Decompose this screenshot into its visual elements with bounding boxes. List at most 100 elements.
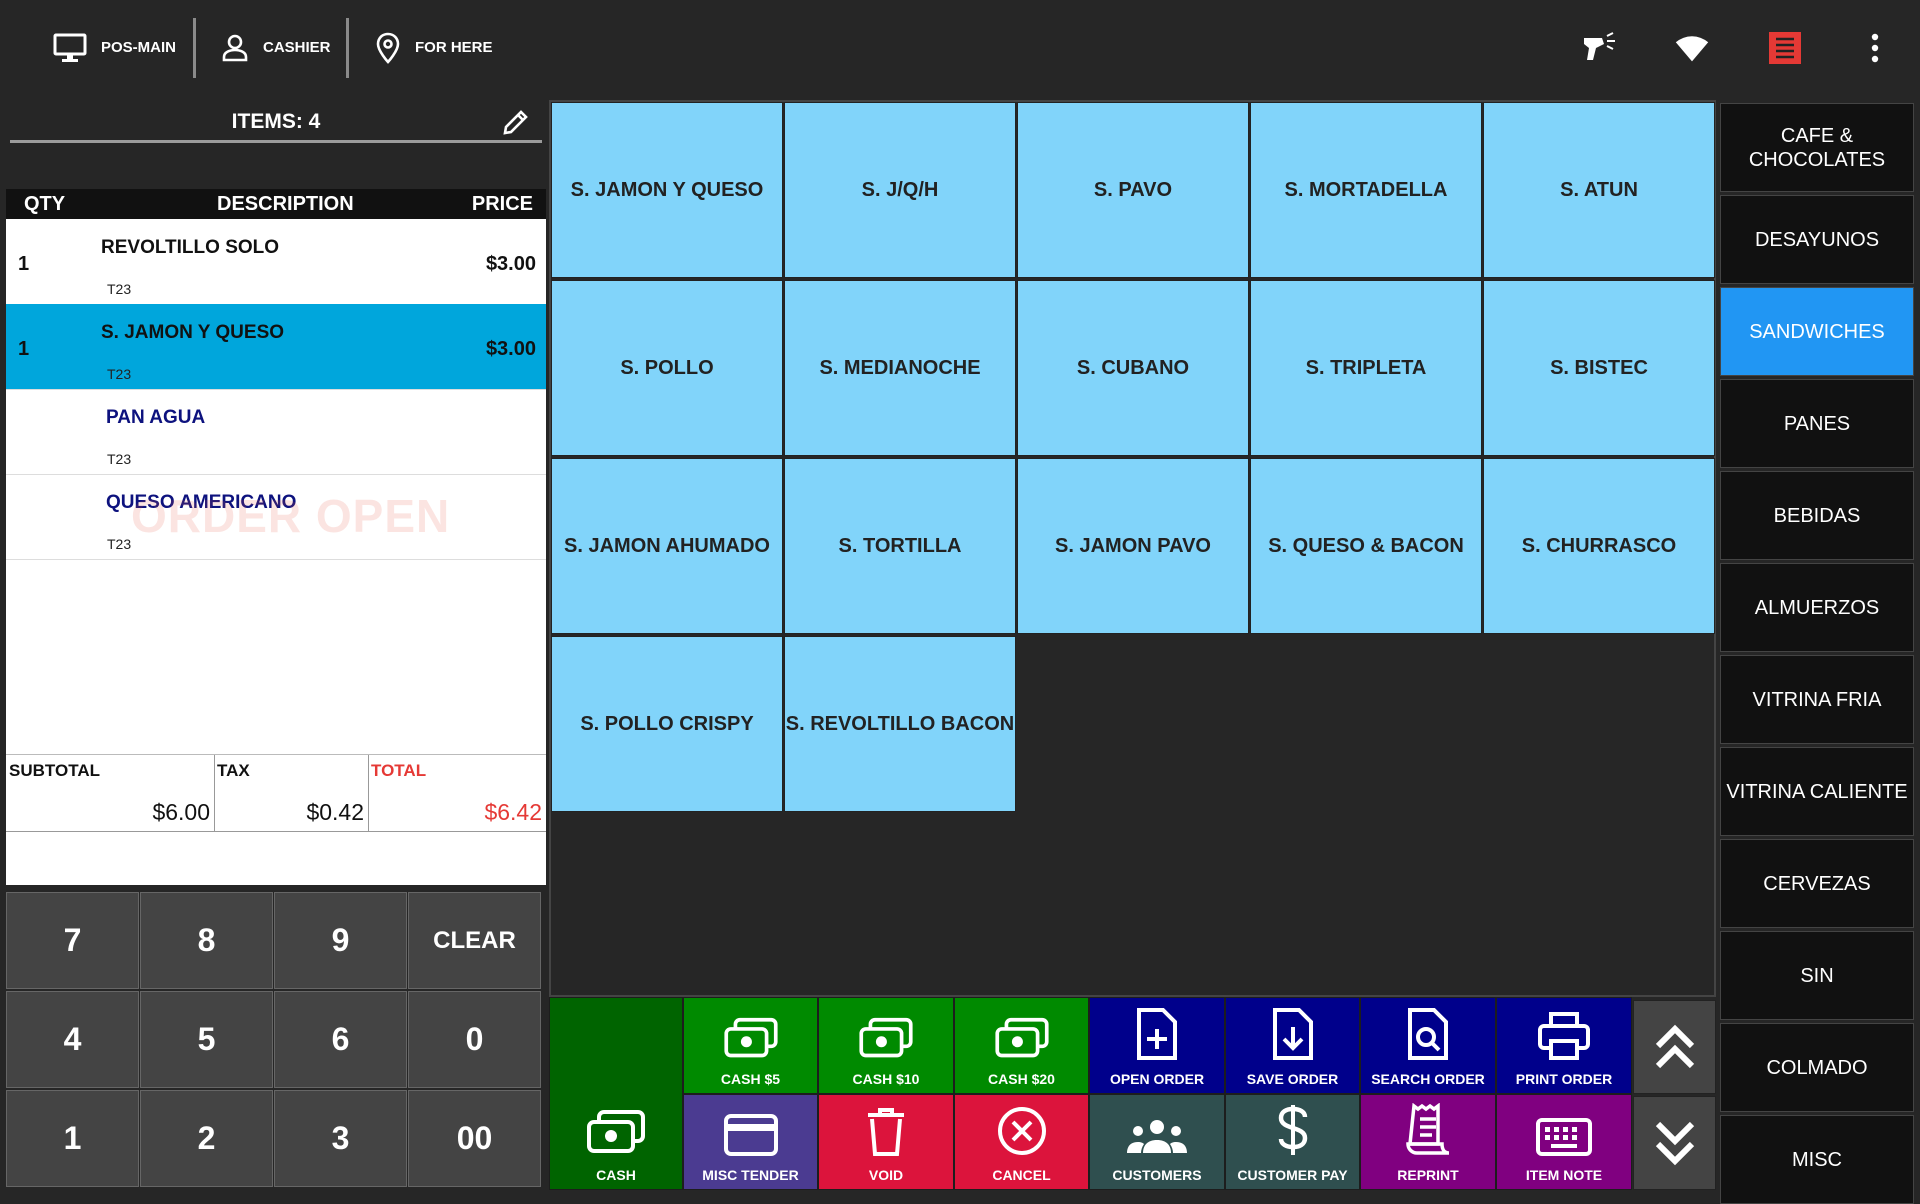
category-button[interactable]: CERVEZAS [1720,839,1914,928]
keypad-key[interactable]: 0 [408,991,541,1088]
cancel-button[interactable]: CANCEL [954,1094,1089,1190]
category-button[interactable]: COLMADO [1720,1023,1914,1112]
cashier-button[interactable]: CASHIER [221,0,331,95]
scroll-up-button[interactable] [1633,1000,1716,1094]
category-button[interactable]: VITRINA CALIENTE [1720,747,1914,836]
order-status-watermark: ORDER OPEN [131,490,451,542]
category-button[interactable]: VITRINA FRIA [1720,655,1914,744]
product-tile[interactable]: S. CHURRASCO [1483,458,1715,634]
cash-5-button[interactable]: CASH $5 [683,997,818,1094]
keypad-key[interactable]: 1 [6,1090,139,1187]
receipt-printer-icon[interactable] [1765,28,1805,68]
station-label: POS-MAIN [101,39,176,56]
cash-10-button[interactable]: CASH $10 [818,997,954,1094]
pencil-icon[interactable] [500,106,532,144]
item-note-button[interactable]: ITEM NOTE [1496,1094,1632,1190]
divider [193,18,196,78]
open-order-button[interactable]: OPEN ORDER [1089,997,1225,1094]
order-line-selected[interactable]: 1 S. JAMON Y QUESO $3.00 T23 [6,304,546,390]
cash-10-label: CASH $10 [852,1071,920,1087]
category-button[interactable]: SIN [1720,931,1914,1020]
cashier-label: CASHIER [263,39,331,56]
credit-card-icon [723,1114,778,1156]
category-button[interactable]: PANES [1720,379,1914,468]
download-file-icon [1272,1008,1313,1060]
order-modifier-line[interactable]: PAN AGUA T23 [6,389,546,475]
product-tile[interactable]: S. TORTILLA [784,458,1016,634]
keypad-key[interactable]: 4 [6,991,139,1088]
station-button[interactable]: POS-MAIN [53,0,176,95]
cash-button[interactable]: CASH [549,997,683,1190]
customers-button[interactable]: CUSTOMERS [1089,1094,1225,1190]
line-qty: 1 [18,253,30,275]
product-tile[interactable]: S. POLLO [551,280,783,456]
more-vert-icon[interactable] [1855,28,1895,68]
customer-pay-button[interactable]: CUSTOMER PAY [1225,1094,1360,1190]
line-tag: T23 [107,281,132,297]
tax-label: TAX [217,761,250,780]
keypad-key[interactable]: 8 [140,892,273,989]
keypad-key[interactable]: 5 [140,991,273,1088]
line-description: PAN AGUA [106,407,206,428]
category-button[interactable]: DESAYUNOS [1720,195,1914,284]
reprint-label: REPRINT [1397,1167,1459,1183]
tax-cell: TAX $0.42 [214,755,369,832]
product-tile[interactable]: S. MORTADELLA [1250,102,1482,278]
print-order-button[interactable]: PRINT ORDER [1496,997,1632,1094]
product-tile[interactable]: S. PAVO [1017,102,1249,278]
void-label: VOID [868,1167,904,1183]
product-tile[interactable]: S. JAMON AHUMADO [551,458,783,634]
keypad-key[interactable]: 7 [6,892,139,989]
open-order-label: OPEN ORDER [1109,1071,1205,1087]
keypad-key[interactable]: 6 [274,991,407,1088]
keypad-key[interactable]: 3 [274,1090,407,1187]
void-button[interactable]: VOID [818,1094,954,1190]
product-tile[interactable]: S. TRIPLETA [1250,280,1482,456]
keypad-key[interactable]: 2 [140,1090,273,1187]
search-order-button[interactable]: SEARCH ORDER [1360,997,1496,1094]
wifi-icon [1672,28,1712,68]
location-icon [376,32,400,64]
category-button[interactable]: MISC [1720,1115,1914,1204]
cancel-circle-icon [997,1107,1046,1155]
keypad-key[interactable]: 9 [274,892,407,989]
misc-tender-button[interactable]: MISC TENDER [683,1094,818,1190]
clear-key[interactable]: CLEAR [408,892,541,989]
receipt-icon [1406,1103,1450,1155]
total-value: $6.42 [484,799,542,825]
order-type-button[interactable]: FOR HERE [375,0,493,95]
subtotal-cell: SUBTOTAL $6.00 [6,755,215,832]
scroll-down-button[interactable] [1633,1096,1716,1190]
product-tile[interactable]: S. REVOLTILLO BACON [784,636,1016,812]
category-button[interactable]: SANDWICHES [1720,287,1914,376]
product-tile[interactable]: S. JAMON Y QUESO [551,102,783,278]
subtotal-value: $6.00 [152,799,210,825]
barcode-scanner-icon[interactable] [1580,28,1620,68]
order-type-label: FOR HERE [415,39,493,56]
customers-label: CUSTOMERS [1112,1167,1202,1183]
person-icon [222,34,248,61]
product-tile[interactable]: S. J/Q/H [784,102,1016,278]
product-tile[interactable]: S. ATUN [1483,102,1715,278]
save-order-button[interactable]: SAVE ORDER [1225,997,1360,1094]
product-tile[interactable]: S. CUBANO [1017,280,1249,456]
category-button[interactable]: CAFE & CHOCOLATES [1720,103,1914,192]
cash-20-button[interactable]: CASH $20 [954,997,1089,1094]
line-price: $3.00 [485,338,536,360]
order-column-header: QTY DESCRIPTION PRICE [6,189,546,219]
product-tile[interactable]: S. QUESO & BACON [1250,458,1482,634]
order-lines: 1 REVOLTILLO SOLO $3.00 T23 1 S. JAMON Y… [6,219,546,754]
category-button[interactable]: BEBIDAS [1720,471,1914,560]
dollar-icon [1278,1105,1307,1155]
product-tile[interactable]: S. JAMON PAVO [1017,458,1249,634]
line-tag: T23 [107,366,132,382]
product-tile[interactable]: S. MEDIANOCHE [784,280,1016,456]
reprint-button[interactable]: REPRINT [1360,1094,1496,1190]
category-button[interactable]: ALMUERZOS [1720,563,1914,652]
product-tile[interactable]: S. BISTEC [1483,280,1715,456]
product-tile[interactable]: S. POLLO CRISPY [551,636,783,812]
order-line[interactable]: 1 REVOLTILLO SOLO $3.00 T23 [6,219,546,305]
category-list: CAFE & CHOCOLATES DESAYUNOS SANDWICHES PANE… [1720,100,1914,1204]
search-file-icon [1408,1008,1448,1060]
keypad-key[interactable]: 00 [408,1090,541,1187]
